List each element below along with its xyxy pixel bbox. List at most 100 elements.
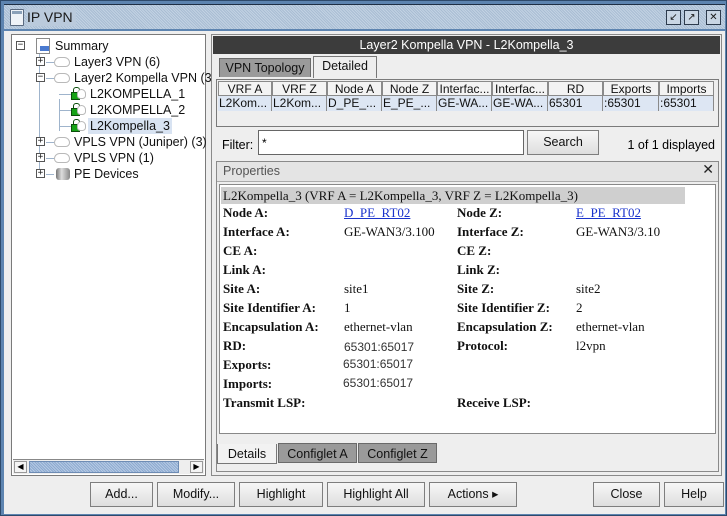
tree-item-label: L2KOMPELLA_1 <box>90 87 186 101</box>
close-button[interactable]: Close <box>593 482 660 507</box>
table-cell: D_PE_... <box>327 96 382 111</box>
prop-label: RD: <box>223 338 247 353</box>
table-cell: 65301 <box>548 96 603 111</box>
prop-value: l2vpn <box>576 338 606 353</box>
tree-line <box>46 158 54 159</box>
column-header[interactable]: Imports <box>659 81 714 96</box>
expand-icon[interactable]: + <box>36 169 45 178</box>
tree-item-label: VPLS VPN (Juniper) (3) <box>74 135 207 149</box>
actions-button[interactable]: Actions ▸ <box>429 482 517 507</box>
cloud-icon <box>77 105 86 115</box>
properties-panel: Properties ✕ L2Kompella_3 (VRF A = L2Kom… <box>216 161 719 472</box>
vpn-tree: − Summary + Layer3 VPN (6) − Layer2 Komp… <box>11 34 212 476</box>
prop-label: Encapsulation Z: <box>457 319 553 334</box>
close-properties-icon[interactable]: ✕ <box>702 162 714 178</box>
prop-value: site1 <box>344 281 369 296</box>
tab-configlet-a[interactable]: Configlet A <box>278 443 357 463</box>
search-button[interactable]: Search <box>527 130 599 155</box>
expand-icon[interactable]: + <box>36 57 45 66</box>
tree-line <box>46 174 54 175</box>
table-cell: L2Kom... <box>272 96 327 111</box>
maximize-icon[interactable]: ↗ <box>684 10 699 25</box>
cloud-icon <box>54 57 70 67</box>
highlight-all-button[interactable]: Highlight All <box>327 482 425 507</box>
tree-horizontal-scrollbar[interactable]: ◀ ▶ <box>13 459 204 474</box>
collapse-icon[interactable]: − <box>36 73 45 82</box>
summary-doc-icon <box>36 38 50 54</box>
scroll-right-icon[interactable]: ▶ <box>190 461 203 473</box>
filter-label: Filter: <box>222 138 254 152</box>
column-header[interactable]: Node A <box>327 81 382 96</box>
cloud-icon <box>77 89 86 99</box>
tree-item-label: L2Kompella_3 <box>88 118 172 134</box>
column-header[interactable]: Node Z <box>382 81 437 96</box>
prop-value: 1 <box>344 300 351 315</box>
table-cell: GE-WA... <box>437 96 492 111</box>
tree-item-label: Layer2 Kompella VPN (3 <box>74 71 212 85</box>
highlight-button[interactable]: Highlight <box>239 482 323 507</box>
node-z-link[interactable]: E_PE_RT02 <box>576 205 641 221</box>
database-icon <box>56 168 70 180</box>
modify-button[interactable]: Modify... <box>157 482 235 507</box>
minimize-icon[interactable]: ↙ <box>666 10 681 25</box>
expand-icon[interactable]: + <box>36 137 45 146</box>
prop-label: Transmit LSP: <box>223 395 306 410</box>
tree-line <box>59 126 71 127</box>
expand-icon[interactable]: + <box>36 153 45 162</box>
collapse-icon[interactable]: − <box>16 41 25 50</box>
scrollbar-thumb[interactable] <box>29 461 179 473</box>
prop-label: Protocol: <box>457 338 509 353</box>
prop-value: 65301:65017 <box>344 340 415 354</box>
tree-item-label: Layer3 VPN (6) <box>74 55 161 69</box>
prop-value: site2 <box>576 281 601 296</box>
button-bar: Add... Modify... Highlight Highlight All… <box>4 478 725 514</box>
tree-line <box>59 110 71 111</box>
properties-summary: L2Kompella_3 (VRF A = L2Kompella_3, VRF … <box>221 187 685 204</box>
filter-input[interactable] <box>258 130 524 155</box>
column-header[interactable]: RD <box>548 81 603 96</box>
prop-label: Link Z: <box>457 262 500 277</box>
tree-item-label: PE Devices <box>74 167 139 181</box>
prop-label: CE Z: <box>457 243 492 258</box>
node-a-link[interactable]: D_PE_RT02 <box>344 205 410 221</box>
window-content: − Summary + Layer3 VPN (6) − Layer2 Komp… <box>4 31 725 514</box>
column-header[interactable]: VRF Z <box>272 81 327 96</box>
prop-label: Link A: <box>223 262 266 277</box>
detail-panel: Layer2 Kompella VPN - L2Kompella_3 VPN T… <box>211 34 722 476</box>
prop-label: Encapsulation A: <box>223 319 319 334</box>
prop-label: Node A: <box>223 205 269 220</box>
table-cell: :65301 <box>603 96 659 111</box>
column-header[interactable]: VRF A <box>218 81 272 96</box>
prop-label: Site Z: <box>457 281 495 296</box>
title-bar[interactable]: IP VPN ↙ ↗ ✕ <box>4 4 725 29</box>
help-button[interactable]: Help <box>664 482 724 507</box>
properties-title: Properties <box>223 164 280 178</box>
cloud-icon <box>54 137 70 147</box>
add-button[interactable]: Add... <box>90 482 153 507</box>
tree-item-label: Summary <box>55 39 109 53</box>
table-cell: :65301 <box>659 96 714 111</box>
prop-label: Node Z: <box>457 205 503 220</box>
tree-item-label: L2KOMPELLA_2 <box>90 103 186 117</box>
tab-configlet-z[interactable]: Configlet Z <box>358 443 437 463</box>
tree-line <box>59 94 71 95</box>
vpn-table: VRF A VRF Z Node A Node Z Interfac... In… <box>216 79 719 127</box>
prop-value: GE-WAN3/3.100 <box>344 224 435 239</box>
tab-vpn-topology[interactable]: VPN Topology <box>219 58 311 77</box>
detail-header: Layer2 Kompella VPN - L2Kompella_3 <box>213 36 720 54</box>
column-header[interactable]: Interfac... <box>437 81 492 96</box>
close-icon[interactable]: ✕ <box>706 10 721 25</box>
column-header[interactable]: Exports <box>603 81 659 96</box>
prop-label: Site Identifier Z: <box>457 300 550 315</box>
cloud-icon <box>54 153 70 163</box>
column-header[interactable]: Interfac... <box>492 81 548 96</box>
properties-header: Properties ✕ <box>217 162 718 182</box>
cloud-icon <box>54 73 70 83</box>
prop-label: Exports: <box>223 357 272 372</box>
tree-item-label: VPLS VPN (1) <box>74 151 154 165</box>
prop-value: 2 <box>576 300 583 315</box>
window-icon <box>10 9 24 26</box>
tab-detailed[interactable]: Detailed <box>313 56 377 78</box>
scroll-left-icon[interactable]: ◀ <box>14 461 27 473</box>
tab-details[interactable]: Details <box>217 444 277 464</box>
